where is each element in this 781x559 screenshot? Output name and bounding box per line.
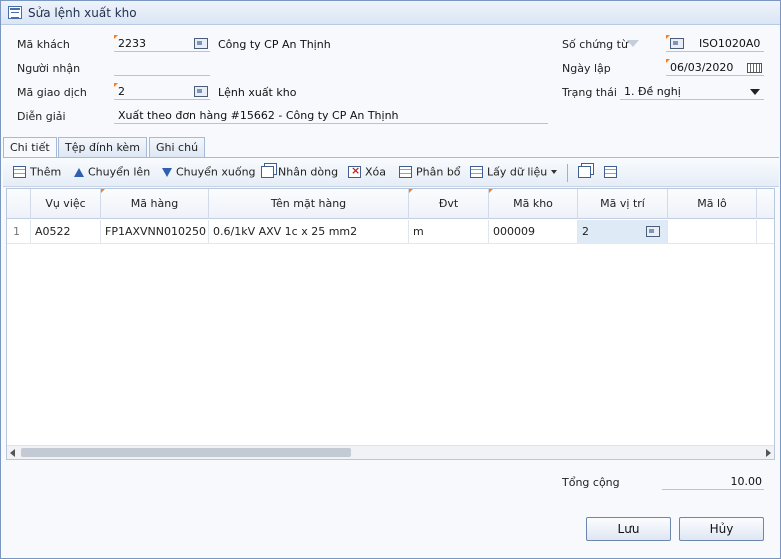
ma-giao-dich-label: Mã giao dịch <box>17 86 87 99</box>
columns-icon <box>604 166 617 178</box>
delete-row-button[interactable]: Xóa <box>348 164 387 181</box>
scroll-right-icon[interactable] <box>766 449 771 457</box>
title-bar: Sửa lệnh xuất kho <box>1 1 780 25</box>
scroll-left-icon[interactable] <box>10 449 15 457</box>
allocate-button[interactable]: Phân bổ <box>399 165 461 181</box>
dien-giai-value: Xuất theo đơn hàng #15662 - Công ty CP A… <box>118 109 399 122</box>
trang-thai-select[interactable]: 1. Đề nghị <box>620 83 764 100</box>
horizontal-scrollbar[interactable] <box>7 445 774 459</box>
table-row[interactable]: 1 A0522 FP1AXVNN010250 0.6/1kV AXV 1c x … <box>7 220 774 244</box>
delete-icon <box>348 164 361 178</box>
ma-khach-value: 2233 <box>118 37 146 50</box>
duplicate-row-label: Nhân dòng <box>278 165 339 179</box>
ngay-lap-value: 06/03/2020 <box>670 61 734 74</box>
move-up-label: Chuyển lên <box>88 165 151 179</box>
ma-giao-dich-name: Lệnh xuất kho <box>218 86 297 99</box>
lookup-icon[interactable] <box>194 38 208 49</box>
column-header[interactable]: Tên mặt hàng <box>209 189 409 219</box>
get-data-label: Lấy dữ liệu <box>487 165 548 179</box>
move-down-button[interactable]: Chuyển xuống <box>162 165 256 181</box>
allocate-label: Phân bổ <box>416 165 461 179</box>
detail-grid: Vụ việc Mã hàng Tên mặt hàng Đvt Mã kho … <box>6 188 775 460</box>
ngay-lap-field[interactable]: 06/03/2020 <box>666 59 764 76</box>
ma-khach-label: Mã khách <box>17 38 70 51</box>
cell-ma-hang[interactable]: FP1AXVNN010250 <box>101 220 209 244</box>
grid-toolbar: Thêm Chuyển lên Chuyển xuống Nhân dòng X… <box>3 158 779 187</box>
column-header[interactable]: Mã hàng <box>101 189 209 219</box>
filter-icon[interactable] <box>627 40 639 47</box>
chevron-down-icon[interactable] <box>750 89 760 95</box>
ma-khach-name: Công ty CP An Thịnh <box>218 38 331 51</box>
column-header[interactable]: Mã kho <box>489 189 578 219</box>
edit-stock-issue-window: Sửa lệnh xuất kho Mã khách 2233 Công ty … <box>0 0 781 559</box>
tong-cong-field: 10.00 <box>662 473 764 490</box>
trang-thai-label: Trạng thái <box>562 86 617 99</box>
ma-giao-dich-value: 2 <box>118 85 125 98</box>
cell-ma-lo[interactable] <box>668 220 757 244</box>
tab-tep-dinh-kem[interactable]: Tệp đính kèm <box>58 137 147 157</box>
so-chung-tu-value: ISO1020A0 <box>699 37 761 50</box>
lookup-icon[interactable] <box>670 38 684 49</box>
trang-thai-value: 1. Đề nghị <box>624 85 681 98</box>
move-down-label: Chuyển xuống <box>176 165 256 179</box>
lookup-icon[interactable] <box>646 226 660 237</box>
cell-dvt[interactable]: m <box>409 220 489 244</box>
ma-khach-field[interactable]: 2233 <box>114 35 210 52</box>
grid-header: Vụ việc Mã hàng Tên mặt hàng Đvt Mã kho … <box>7 189 774 219</box>
column-header[interactable]: Đvt <box>409 189 489 219</box>
form-icon <box>8 6 22 19</box>
dropdown-arrow-icon <box>551 170 558 174</box>
duplicate-row-button[interactable]: Nhân dòng <box>261 165 338 181</box>
tab-chi-tiet[interactable]: Chi tiết <box>3 137 57 158</box>
column-header[interactable]: Mã lô <box>668 189 757 219</box>
grid-add-icon <box>13 166 26 178</box>
allocate-icon <box>399 166 412 178</box>
ma-giao-dich-field[interactable]: 2 <box>114 83 210 100</box>
arrow-up-icon <box>74 167 84 177</box>
row-number-header <box>7 189 31 219</box>
tong-cong-value: 10.00 <box>730 475 763 488</box>
so-chung-tu-label: Số chứng từ <box>562 38 628 51</box>
delete-row-label: Xóa <box>365 165 387 179</box>
get-data-button[interactable]: Lấy dữ liệu <box>470 165 558 181</box>
cell-ma-vi-tri-value: 2 <box>582 225 589 238</box>
add-row-label: Thêm <box>30 165 62 179</box>
export-icon <box>578 166 591 178</box>
row-number: 1 <box>7 220 31 244</box>
window-title: Sửa lệnh xuất kho <box>28 6 137 20</box>
cancel-button[interactable]: Hủy <box>679 517 764 541</box>
dien-giai-label: Diễn giải <box>17 110 66 123</box>
nguoi-nhan-field[interactable] <box>114 59 210 76</box>
scrollbar-thumb[interactable] <box>21 448 351 457</box>
so-chung-tu-field[interactable]: ISO1020A0 <box>666 35 764 52</box>
calendar-icon[interactable] <box>747 63 762 73</box>
cell-ma-vi-tri[interactable]: 2 <box>578 220 668 244</box>
copy-icon <box>261 166 274 178</box>
column-header[interactable]: Vụ việc <box>31 189 101 219</box>
toolbar-separator <box>567 164 568 182</box>
column-settings-button[interactable] <box>604 165 621 181</box>
cell-ten-mat-hang[interactable]: 0.6/1kV AXV 1c x 25 mm2 <box>209 220 409 244</box>
export-button[interactable] <box>578 165 595 181</box>
arrow-down-icon <box>162 167 172 177</box>
ngay-lap-label: Ngày lập <box>562 62 611 75</box>
cell-vu-viec[interactable]: A0522 <box>31 220 101 244</box>
get-data-icon <box>470 166 483 178</box>
lookup-icon[interactable] <box>194 86 208 97</box>
cell-ma-kho[interactable]: 000009 <box>489 220 578 244</box>
nguoi-nhan-label: Người nhận <box>17 62 81 75</box>
save-button[interactable]: Lưu <box>586 517 671 541</box>
add-row-button[interactable]: Thêm <box>13 165 61 181</box>
tab-ghi-chu[interactable]: Ghi chú <box>149 137 206 157</box>
tong-cong-label: Tổng cộng <box>562 476 620 489</box>
move-up-button[interactable]: Chuyển lên <box>74 165 150 181</box>
dien-giai-field[interactable]: Xuất theo đơn hàng #15662 - Công ty CP A… <box>114 107 548 124</box>
column-header[interactable]: Mã vị trí <box>578 189 668 219</box>
